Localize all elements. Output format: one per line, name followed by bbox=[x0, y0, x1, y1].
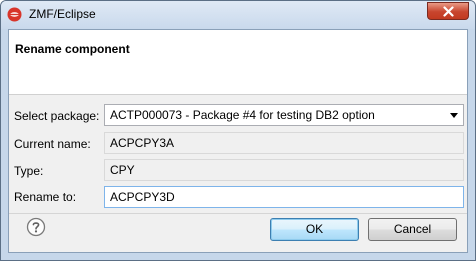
divider bbox=[9, 213, 467, 214]
help-icon[interactable] bbox=[26, 217, 46, 237]
package-label: Select package: bbox=[14, 109, 100, 123]
title-bar[interactable]: ZMF/Eclipse bbox=[1, 1, 475, 29]
dialog-content: Rename component Select package: ACTP000… bbox=[8, 29, 468, 253]
package-select-value: ACTP000073 - Package #4 for testing DB2 … bbox=[110, 108, 375, 122]
rename-label: Rename to: bbox=[14, 190, 77, 204]
rename-input[interactable] bbox=[104, 186, 464, 208]
eclipse-icon bbox=[7, 7, 22, 22]
current-name-field: ACPCPY3A bbox=[104, 132, 464, 154]
close-button[interactable] bbox=[427, 2, 469, 20]
type-field: CPY bbox=[104, 159, 464, 181]
cancel-button[interactable]: Cancel bbox=[368, 218, 457, 241]
window-title: ZMF/Eclipse bbox=[29, 7, 96, 21]
chevron-down-icon bbox=[450, 113, 458, 118]
dialog-heading: Rename component bbox=[15, 42, 130, 56]
close-icon bbox=[443, 6, 454, 17]
type-label: Type: bbox=[14, 164, 44, 178]
current-name-value: ACPCPY3A bbox=[110, 136, 175, 150]
dialog-window: ZMF/Eclipse Rename component Select pack… bbox=[0, 0, 476, 261]
ok-button[interactable]: OK bbox=[270, 218, 359, 241]
dialog-header: Rename component bbox=[9, 30, 467, 95]
package-select[interactable]: ACTP000073 - Package #4 for testing DB2 … bbox=[104, 104, 464, 126]
type-value: CPY bbox=[110, 163, 135, 177]
current-name-label: Current name: bbox=[14, 137, 91, 151]
